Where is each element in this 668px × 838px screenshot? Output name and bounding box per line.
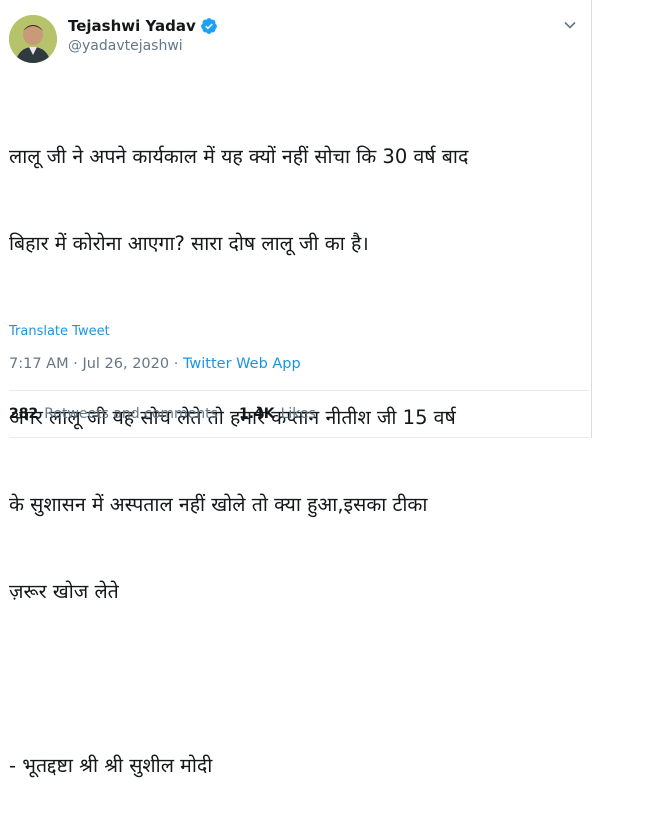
meta-separator: · <box>169 356 183 372</box>
author-handle[interactable]: @yadavtejashwi <box>68 38 183 54</box>
divider <box>9 390 589 391</box>
tweet-stats: 282 Retweets and comments 1.4K Likes <box>9 406 337 422</box>
tweet-line: - भूतद्दष्टा श्री श्री सुशील मोदी <box>9 754 213 777</box>
likes-count: 1.4K <box>238 406 275 422</box>
avatar-image <box>9 15 57 63</box>
author-name[interactable]: Tejashwi Yadav <box>68 17 196 35</box>
tweet-source-link[interactable]: Twitter Web App <box>183 356 301 372</box>
verified-badge-icon <box>200 18 217 34</box>
translate-tweet-link[interactable]: Translate Tweet <box>9 324 110 339</box>
chevron-down-icon[interactable] <box>563 18 577 32</box>
tweet-metadata: 7:17 AM · Jul 26, 2020 · Twitter Web App <box>9 356 301 372</box>
retweets-label: Retweets and comments <box>44 406 218 422</box>
tweet-line: के सुशासन में अस्पताल नहीं खोले तो क्या … <box>9 493 428 516</box>
retweets-count: 282 <box>9 406 39 422</box>
likes-label: Likes <box>280 406 316 422</box>
retweets-stat[interactable]: 282 Retweets and comments <box>9 406 218 422</box>
tweet-time[interactable]: 7:17 AM <box>9 356 69 372</box>
tweet-line: ज़रूर खोज लेते <box>9 580 119 603</box>
tweet-date[interactable]: Jul 26, 2020 <box>82 356 169 372</box>
tweet-card: Tejashwi Yadav @yadavtejashwi लालू जी ने… <box>0 0 592 777</box>
tweet-line: लालू जी ने अपने कार्यकाल में यह क्यों नह… <box>9 145 469 168</box>
avatar[interactable] <box>9 15 57 63</box>
tweet-line: बिहार में कोरोना आएगा? सारा दोष लालू जी … <box>9 232 369 255</box>
meta-separator: · <box>68 356 83 372</box>
tweet-text: लालू जी ने अपने कार्यकाल में यह क्यों नह… <box>9 84 587 838</box>
likes-stat[interactable]: 1.4K Likes <box>239 406 316 422</box>
